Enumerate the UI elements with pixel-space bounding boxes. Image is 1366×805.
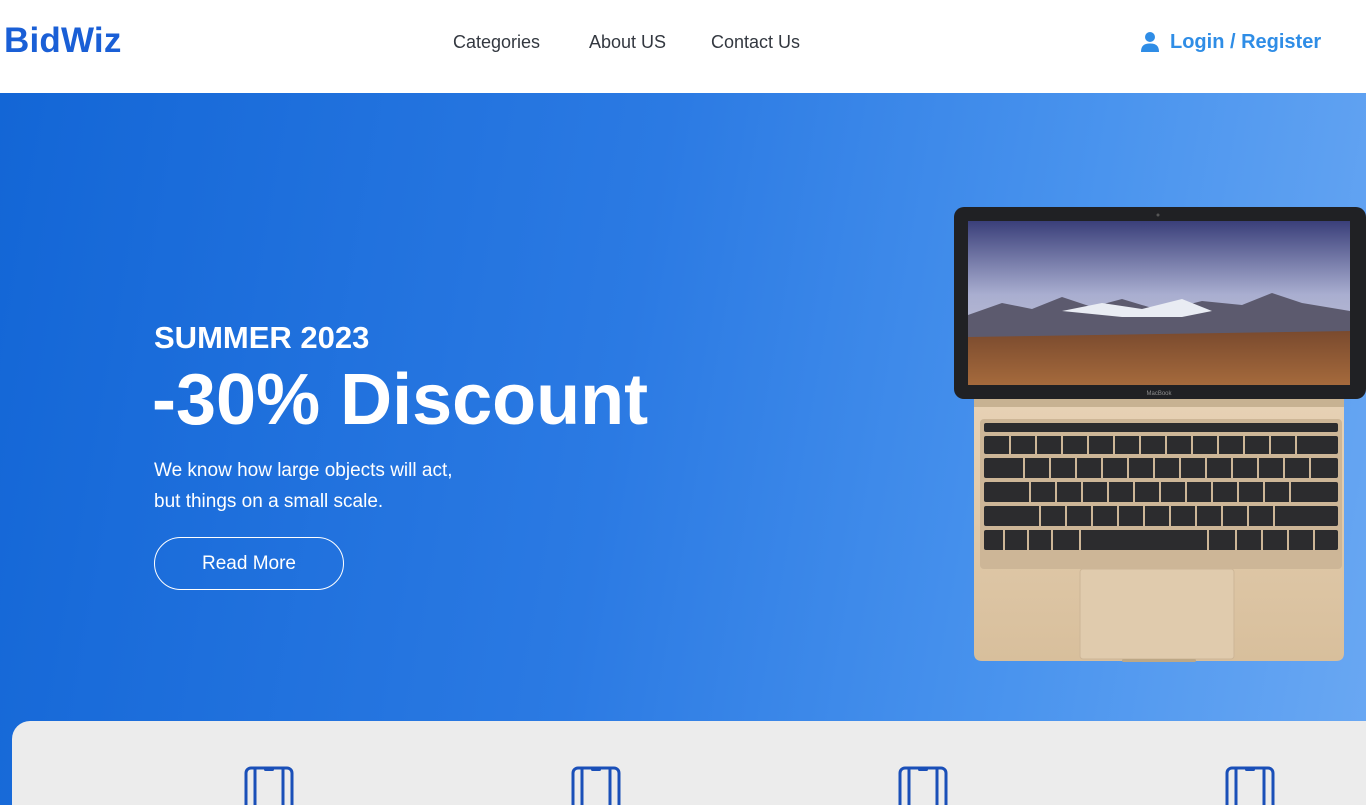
category-item[interactable] <box>896 766 950 805</box>
brand-logo[interactable]: BidWiz <box>4 20 122 62</box>
hero-banner: SUMMER 2023 -30% Discount We know how la… <box>0 93 1366 805</box>
laptop-image: MacBook <box>952 207 1366 667</box>
smartphone-icon <box>242 766 296 805</box>
hero-description: We know how large objects will act, but … <box>154 455 534 517</box>
nav-link-contact-us[interactable]: Contact Us <box>711 31 800 53</box>
login-register-label: Login / Register <box>1170 31 1322 53</box>
smartphone-icon <box>569 766 623 805</box>
category-item[interactable] <box>242 766 296 805</box>
hero-description-line: We know how large objects will act, <box>154 460 453 481</box>
category-item[interactable] <box>569 766 623 805</box>
svg-text:MacBook: MacBook <box>1146 391 1172 397</box>
smartphone-icon <box>1223 766 1277 805</box>
login-register-link[interactable]: Login / Register <box>1140 30 1321 54</box>
hero-eyebrow: SUMMER 2023 <box>154 320 370 355</box>
nav-link-categories[interactable]: Categories <box>453 31 540 53</box>
hero-description-line: but things on a small scale. <box>154 491 384 512</box>
navbar: BidWiz Categories About US Contact Us Lo… <box>0 0 1366 93</box>
user-icon <box>1140 31 1160 53</box>
smartphone-icon <box>896 766 950 805</box>
read-more-button[interactable]: Read More <box>154 537 344 590</box>
hero-title: -30% Discount <box>152 360 649 440</box>
nav-link-about-us[interactable]: About US <box>589 31 666 53</box>
category-strip <box>12 721 1366 805</box>
category-item[interactable] <box>1223 766 1277 805</box>
